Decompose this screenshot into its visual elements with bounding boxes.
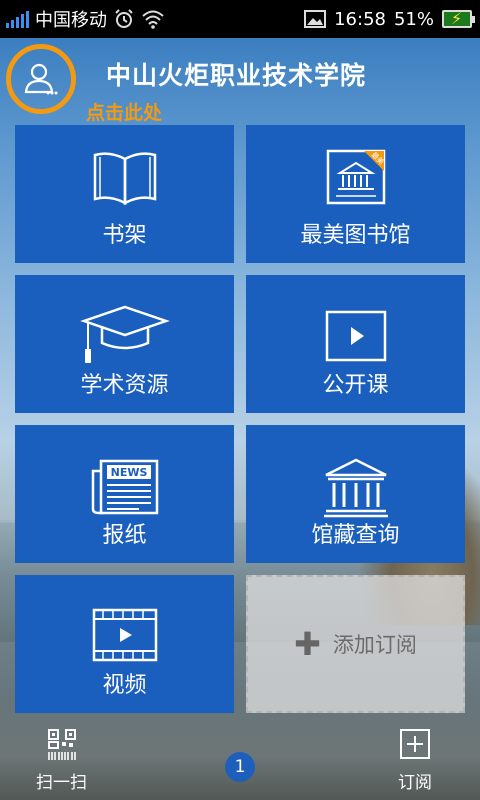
tile-video[interactable]: 视频 xyxy=(15,575,234,713)
tile-label: 馆藏查询 xyxy=(311,523,400,548)
hint-text: 点击此处 xyxy=(86,102,163,124)
status-bar: 中国移动 16:58 51% ⚡ xyxy=(0,0,480,38)
tile-label: 学术资源 xyxy=(80,373,169,398)
tile-label: 书架 xyxy=(102,223,147,248)
page-title: 中山火炬职业技术学院 xyxy=(106,61,367,90)
alarm-icon xyxy=(115,9,133,28)
tile-collection-search[interactable]: 馆藏查询 xyxy=(246,425,465,563)
wifi-icon xyxy=(142,10,164,29)
tile-open-course[interactable]: 公开课 xyxy=(246,275,465,413)
signal-icon xyxy=(6,10,29,28)
video-icon xyxy=(92,608,157,662)
battery-percent: 51% xyxy=(393,8,434,30)
add-subscription-tile[interactable]: ✚ 添加订阅 xyxy=(246,575,465,713)
tile-label: 视频 xyxy=(102,673,147,698)
news-text: NEWS xyxy=(110,466,147,479)
avatar-button[interactable] xyxy=(6,44,76,114)
page-indicator: 1 xyxy=(225,752,255,782)
user-icon xyxy=(24,63,58,95)
play-icon xyxy=(325,310,386,362)
scan-label: 扫一扫 xyxy=(36,773,87,793)
tile-bookshelf[interactable]: 书架 xyxy=(15,125,234,263)
battery-charging-icon: ⚡ xyxy=(442,9,475,28)
tile-newspaper[interactable]: NEWS 报纸 xyxy=(15,425,234,563)
library-building-icon xyxy=(323,458,388,518)
bottom-bar: 扫一扫 1 订阅 xyxy=(0,720,480,800)
book-icon xyxy=(93,152,156,206)
qr-code-icon xyxy=(47,729,76,760)
subscribe-label: 订阅 xyxy=(398,773,432,793)
carrier-name: 中国移动 xyxy=(35,10,107,31)
clock: 16:58 xyxy=(334,8,386,30)
newspaper-icon: NEWS xyxy=(91,459,158,515)
graduation-cap-icon xyxy=(79,305,170,363)
tile-label: 最美图书馆 xyxy=(300,223,411,248)
scan-button[interactable]: 扫一扫 xyxy=(36,728,87,793)
subscribe-button[interactable]: 订阅 xyxy=(398,728,432,793)
plus-icon: ✚ xyxy=(294,625,321,663)
tile-beautiful-library[interactable]: 最美 最美图书馆 xyxy=(246,125,465,263)
add-subscription-label: 添加订阅 xyxy=(332,633,417,657)
app-header: 中山火炬职业技术学院 点击此处 xyxy=(0,38,480,124)
tile-label: 报纸 xyxy=(102,523,147,548)
tile-academic-resources[interactable]: 学术资源 xyxy=(15,275,234,413)
tile-label: 公开课 xyxy=(322,373,389,398)
image-icon xyxy=(304,10,327,28)
add-box-icon xyxy=(400,729,430,759)
library-card-icon: 最美 xyxy=(326,149,385,205)
